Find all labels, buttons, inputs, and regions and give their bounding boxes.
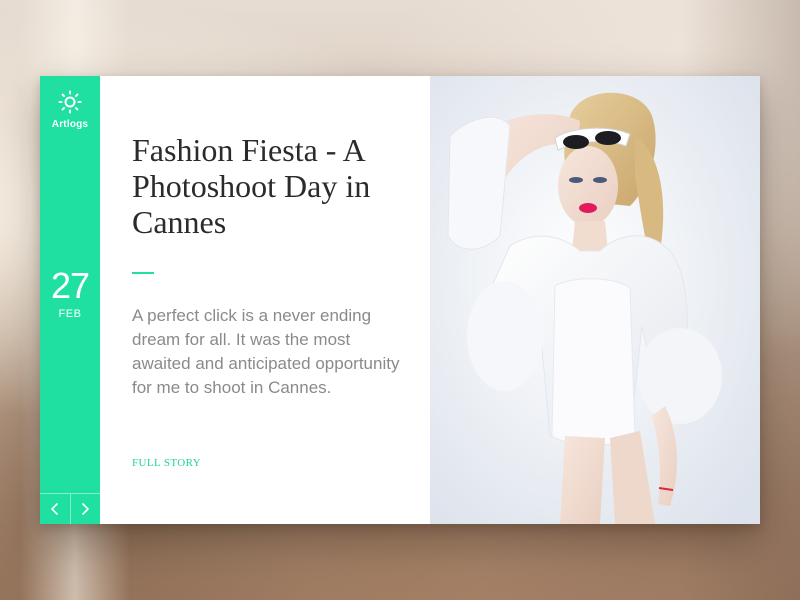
fashion-model-image xyxy=(430,76,760,524)
sidebar: Artlogs 27 FEB xyxy=(40,76,100,524)
next-button[interactable] xyxy=(69,494,101,524)
chevron-right-icon xyxy=(82,503,90,515)
pager xyxy=(40,493,100,524)
article-content: Fashion Fiesta - A Photoshoot Day in Can… xyxy=(100,76,430,524)
article-card: Artlogs 27 FEB Fashion Fiesta - A Photos… xyxy=(40,76,760,524)
article-title: Fashion Fiesta - A Photoshoot Day in Can… xyxy=(132,132,371,240)
previous-button[interactable] xyxy=(40,494,70,524)
date-month: FEB xyxy=(58,308,82,320)
brand-name[interactable]: Artlogs xyxy=(52,119,88,130)
date-day: 27 xyxy=(50,265,90,306)
full-story-link[interactable]: FULL STORY xyxy=(132,457,201,469)
article-photo xyxy=(430,76,760,524)
post-date: 27 FEB xyxy=(40,265,100,321)
article-excerpt: A perfect click is a never ending dream … xyxy=(132,306,400,397)
chevron-left-icon xyxy=(50,503,58,515)
sun-icon[interactable] xyxy=(58,90,82,114)
title-divider xyxy=(132,272,154,274)
